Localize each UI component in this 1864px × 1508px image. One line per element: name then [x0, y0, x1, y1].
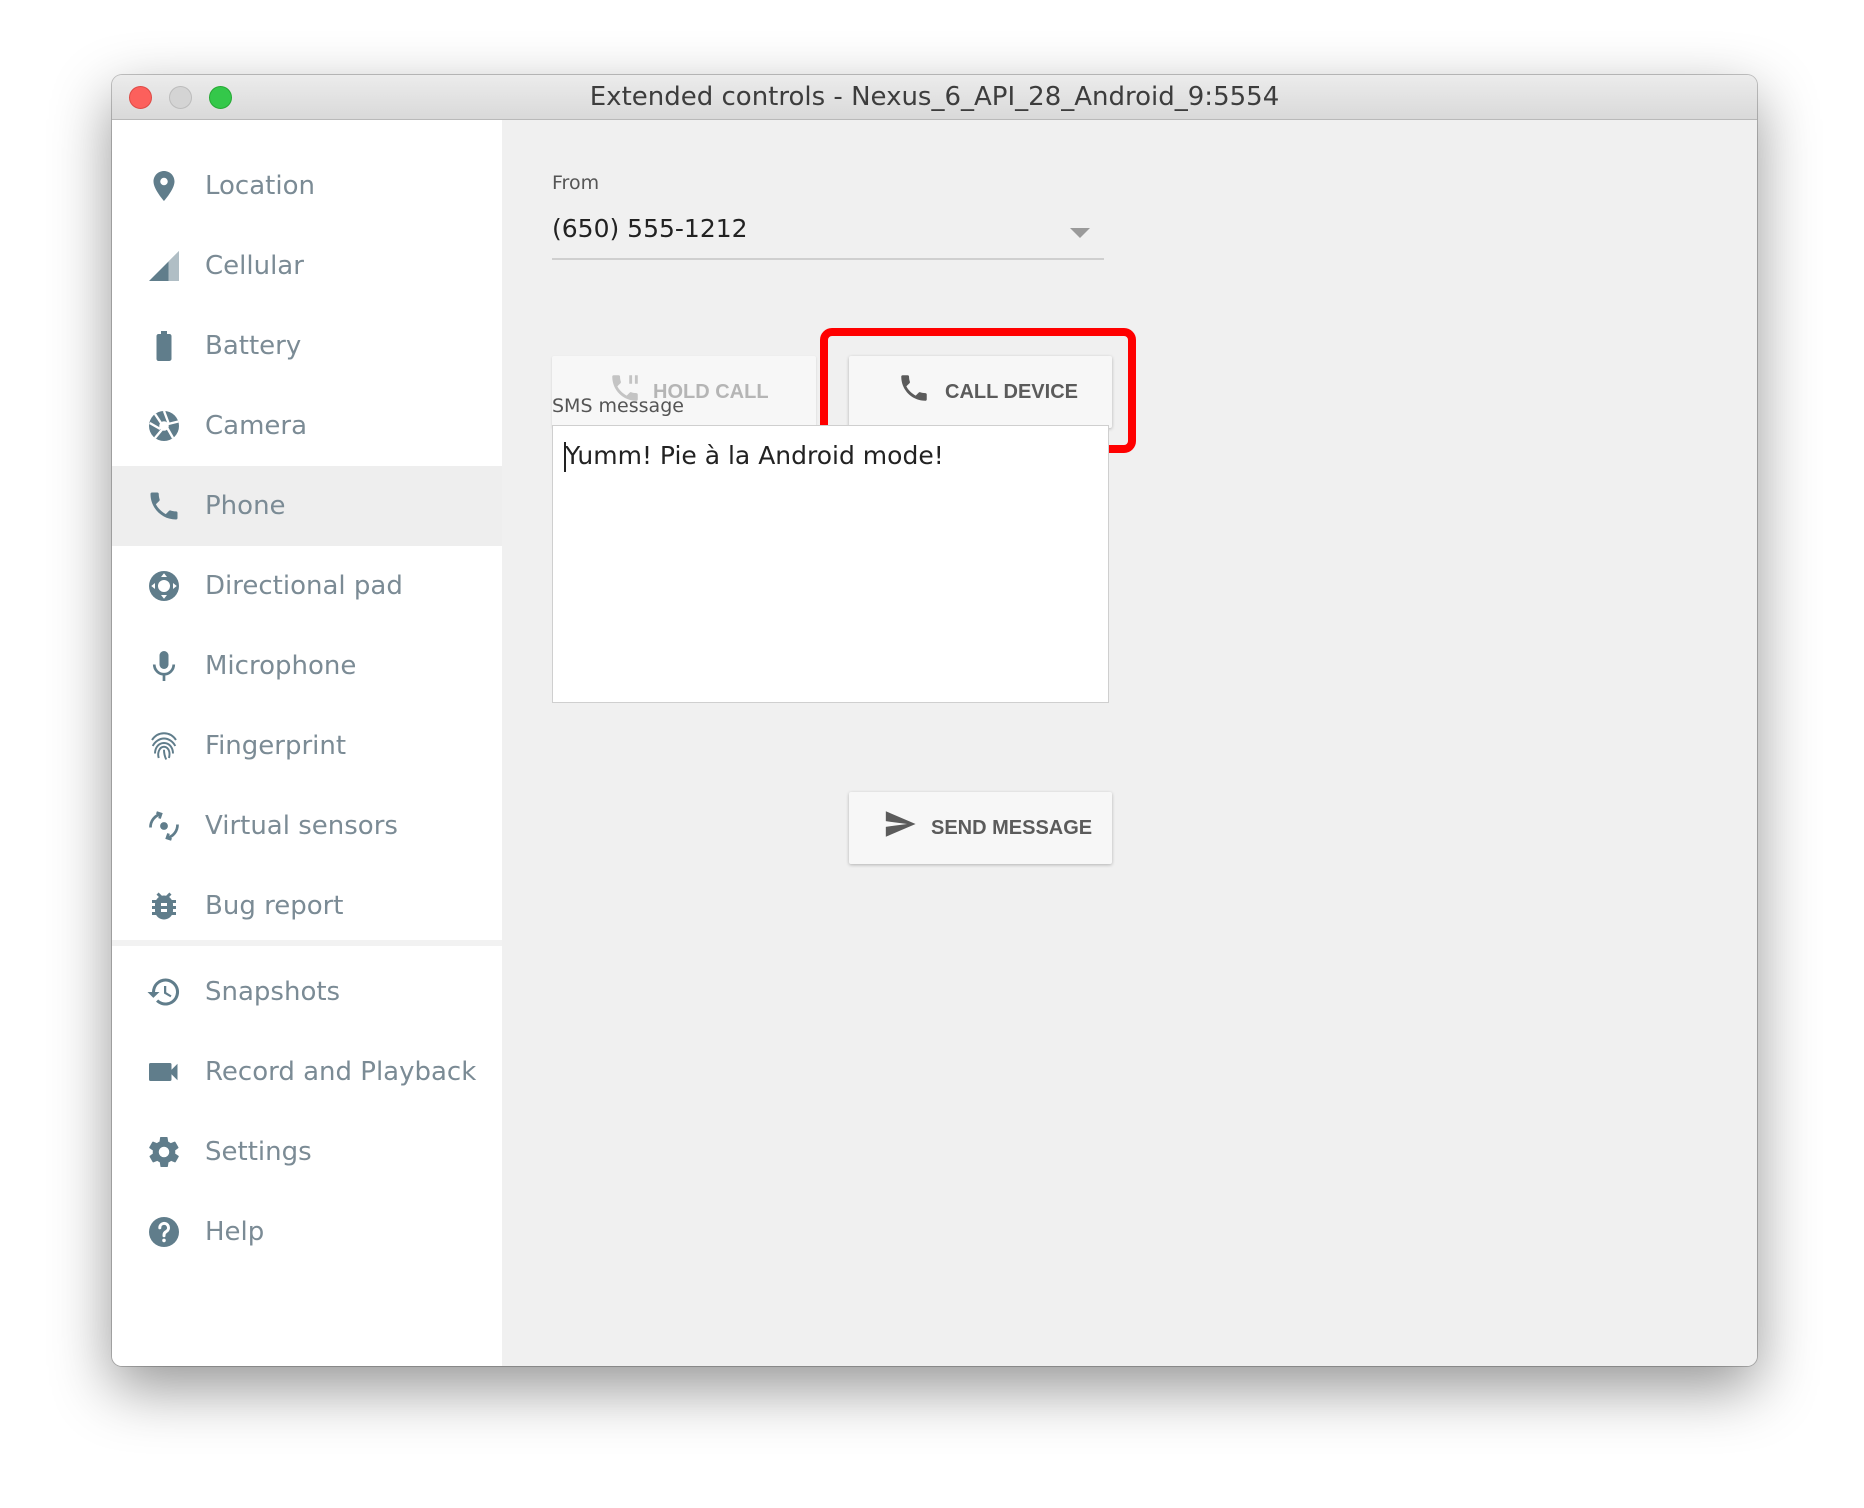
sidebar-item-label: Directional pad — [205, 571, 403, 601]
history-icon — [146, 974, 182, 1010]
sidebar-item-label: Virtual sensors — [205, 811, 398, 841]
sidebar-item-label: Microphone — [205, 651, 357, 681]
sidebar-item-label: Bug report — [205, 891, 344, 921]
send-message-button[interactable]: SEND MESSAGE — [849, 792, 1112, 864]
sidebar-item-record-and-playback[interactable]: Record and Playback — [112, 1032, 502, 1112]
sidebar-item-phone[interactable]: Phone — [112, 466, 502, 546]
hold-call-label: HOLD CALL — [653, 381, 769, 403]
sidebar-item-virtual-sensors[interactable]: Virtual sensors — [112, 786, 502, 866]
sidebar-item-label: Cellular — [205, 251, 304, 281]
sidebar-item-snapshots[interactable]: Snapshots — [112, 952, 502, 1032]
camera-aperture-icon — [146, 408, 182, 444]
title-bar[interactable]: Extended controls - Nexus_6_API_28_Andro… — [112, 75, 1757, 120]
from-label: From — [552, 172, 600, 194]
from-number-value: (650) 555-1212 — [552, 214, 748, 243]
hold-call-button[interactable]: HOLD CALL — [552, 356, 816, 428]
extended-controls-window: Extended controls - Nexus_6_API_28_Andro… — [112, 75, 1757, 1366]
window-title: Extended controls - Nexus_6_API_28_Andro… — [589, 82, 1280, 112]
sidebar-item-label: Location — [205, 171, 315, 201]
sidebar-item-label: Record and Playback — [205, 1057, 477, 1087]
location-pin-icon — [146, 168, 182, 204]
bug-icon — [146, 888, 182, 924]
sidebar-item-fingerprint[interactable]: Fingerprint — [112, 706, 502, 786]
from-number-select[interactable]: (650) 555-1212 — [552, 208, 1104, 260]
help-icon — [146, 1214, 182, 1250]
phone-panel: From (650) 555-1212 HOLD CALL CALL DEVIC… — [502, 120, 1757, 1366]
sidebar-divider — [112, 940, 502, 946]
battery-icon — [146, 328, 182, 364]
send-icon — [883, 807, 917, 841]
sms-message-text: Yumm! Pie à la Android mode! — [565, 441, 944, 470]
sidebar-item-label: Fingerprint — [205, 731, 347, 761]
fingerprint-icon — [146, 728, 182, 764]
chevron-down-icon — [1070, 228, 1090, 238]
phone-icon — [146, 488, 182, 524]
send-message-label: SEND MESSAGE — [931, 817, 1093, 839]
sidebar-item-label: Battery — [205, 331, 302, 361]
gear-icon — [146, 1134, 182, 1170]
sms-message-textarea[interactable]: Yumm! Pie à la Android mode! — [552, 425, 1109, 703]
sidebar-item-directional-pad[interactable]: Directional pad — [112, 546, 502, 626]
cellular-signal-icon — [146, 248, 182, 284]
sidebar: Location Cellular Battery Camera Phone D… — [112, 120, 502, 1366]
dpad-icon — [146, 568, 182, 604]
sidebar-item-settings[interactable]: Settings — [112, 1112, 502, 1192]
microphone-icon — [146, 648, 182, 684]
sidebar-item-label: Snapshots — [205, 977, 341, 1007]
sidebar-item-battery[interactable]: Battery — [112, 306, 502, 386]
sidebar-item-label: Camera — [205, 411, 308, 441]
rotation-icon — [146, 808, 182, 844]
sidebar-item-camera[interactable]: Camera — [112, 386, 502, 466]
sidebar-item-bug-report[interactable]: Bug report — [112, 866, 502, 946]
sidebar-item-label: Settings — [205, 1137, 312, 1167]
sidebar-item-label: Phone — [205, 491, 286, 521]
sidebar-item-microphone[interactable]: Microphone — [112, 626, 502, 706]
sidebar-item-label: Help — [205, 1217, 265, 1247]
videocam-icon — [146, 1054, 182, 1090]
sidebar-item-location[interactable]: Location — [112, 146, 502, 226]
sms-message-label: SMS message — [552, 395, 684, 417]
sidebar-item-help[interactable]: Help — [112, 1192, 502, 1272]
sidebar-item-cellular[interactable]: Cellular — [112, 226, 502, 306]
